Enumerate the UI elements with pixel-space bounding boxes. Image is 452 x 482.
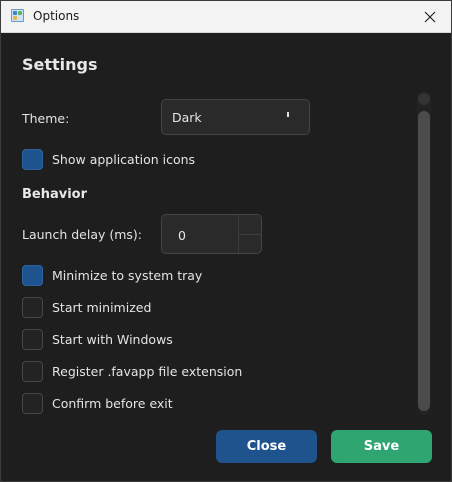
behavior-heading: Behavior xyxy=(22,187,88,202)
start-with-windows-label: Start with Windows xyxy=(52,332,173,347)
options-window: Options Settings Theme: Dark Show applic… xyxy=(0,0,452,482)
close-icon[interactable] xyxy=(415,2,445,31)
launch-delay-value: 0 xyxy=(178,228,186,243)
vertical-scrollbar[interactable] xyxy=(417,91,431,415)
start-minimized-label: Start minimized xyxy=(52,300,152,315)
scroll-thumb[interactable] xyxy=(418,111,430,411)
spin-buttons xyxy=(238,215,261,253)
register-extension-checkbox[interactable] xyxy=(22,361,43,382)
decrement-button[interactable] xyxy=(239,234,261,253)
theme-select-value: Dark xyxy=(172,110,202,125)
save-button[interactable]: Save xyxy=(331,430,432,463)
settings-panel: Settings Theme: Dark Show application ic… xyxy=(1,33,451,481)
increment-button[interactable] xyxy=(239,215,261,234)
dropdown-caret-icon xyxy=(287,112,289,117)
minimize-tray-checkbox[interactable] xyxy=(22,265,43,286)
scroll-up-arrow[interactable] xyxy=(418,93,430,105)
register-extension-label: Register .favapp file extension xyxy=(52,364,243,379)
show-icons-label: Show application icons xyxy=(52,152,196,167)
title-bar[interactable]: Options xyxy=(1,1,451,33)
show-icons-checkbox[interactable] xyxy=(22,149,43,170)
confirm-exit-label: Confirm before exit xyxy=(52,396,173,411)
confirm-exit-checkbox[interactable] xyxy=(22,393,43,414)
start-minimized-checkbox[interactable] xyxy=(22,297,43,318)
settings-heading: Settings xyxy=(22,55,98,74)
app-window-icon xyxy=(11,9,24,22)
start-with-windows-checkbox[interactable] xyxy=(22,329,43,350)
theme-select[interactable]: Dark xyxy=(161,99,310,135)
launch-delay-spinbox[interactable]: 0 xyxy=(161,214,262,254)
launch-delay-label: Launch delay (ms): xyxy=(22,227,143,242)
window-title: Options xyxy=(33,9,80,23)
close-button[interactable]: Close xyxy=(216,430,317,463)
theme-label: Theme: xyxy=(22,111,70,126)
minimize-tray-label: Minimize to system tray xyxy=(52,268,203,283)
